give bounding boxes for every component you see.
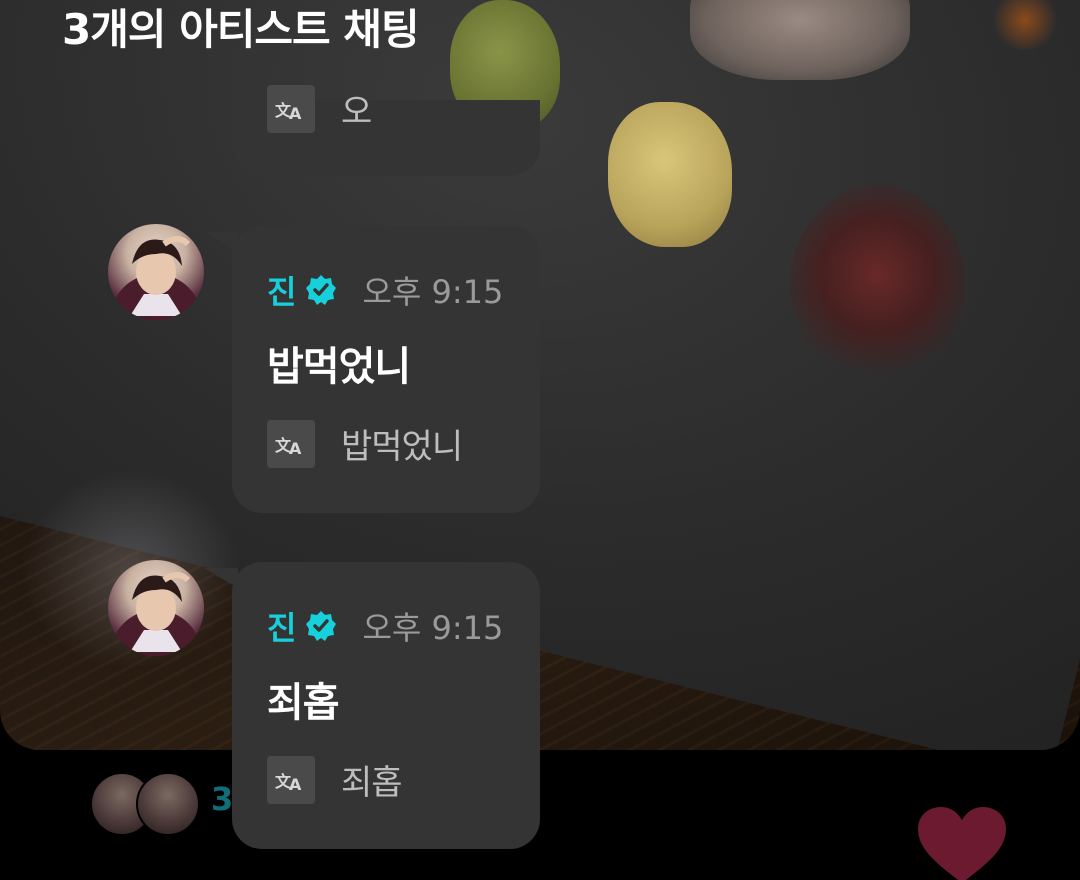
svg-text:A: A bbox=[289, 104, 302, 122]
sprouts bbox=[790, 185, 965, 385]
translation-row: 文 A 죄홉 bbox=[267, 755, 403, 804]
message-text: 죄홉 bbox=[267, 680, 340, 726]
translation-row: 文 A 밥먹었니 bbox=[267, 419, 463, 468]
message-bubble[interactable]: 진 오후 9:15 죄홉 文 A 죄홉 bbox=[204, 562, 540, 849]
message-meta: 진 오후 9:15 bbox=[267, 268, 503, 312]
participants-count[interactable]: 3 bbox=[211, 780, 233, 818]
message-bubble[interactable]: 진 오후 9:15 밥먹었니 文 A 밥먹었니 bbox=[204, 226, 540, 513]
avatar[interactable] bbox=[108, 224, 204, 320]
sender-name[interactable]: 진 bbox=[267, 603, 296, 649]
participant-avatar[interactable] bbox=[136, 772, 200, 836]
message-time: 오후 9:15 bbox=[362, 609, 504, 647]
translation-text: 죄홉 bbox=[341, 763, 403, 803]
heart-icon[interactable] bbox=[916, 805, 1008, 880]
fish-slice bbox=[690, 0, 910, 80]
message-time: 오후 9:15 bbox=[362, 273, 504, 311]
translate-icon[interactable]: 文 A bbox=[267, 755, 315, 804]
message-meta: 진 오후 9:15 bbox=[267, 604, 503, 648]
svg-text:A: A bbox=[289, 439, 302, 457]
chat-screen: 3개의 아티스트 채팅 文 A 오 진 오후 9:15 밥먹었니 文 A 밥먹었… bbox=[0, 0, 1080, 880]
page-title: 3개의 아티스트 채팅 bbox=[62, 5, 420, 54]
avatar[interactable] bbox=[108, 560, 204, 656]
svg-text:A: A bbox=[289, 775, 302, 793]
translate-icon[interactable]: 文 A bbox=[267, 419, 315, 468]
message-bubble-partial[interactable]: 文 A 오 bbox=[232, 84, 540, 176]
ginger bbox=[608, 102, 732, 247]
translation-text: 밥먹었니 bbox=[341, 427, 463, 467]
sender-name[interactable]: 진 bbox=[267, 267, 296, 313]
verified-badge-icon bbox=[306, 611, 337, 641]
verified-badge-icon bbox=[306, 275, 337, 305]
translation-row: 文 A 오 bbox=[267, 84, 372, 133]
message-text: 밥먹었니 bbox=[267, 344, 411, 390]
translate-icon[interactable]: 文 A bbox=[267, 84, 315, 133]
translation-text: 오 bbox=[341, 92, 372, 132]
